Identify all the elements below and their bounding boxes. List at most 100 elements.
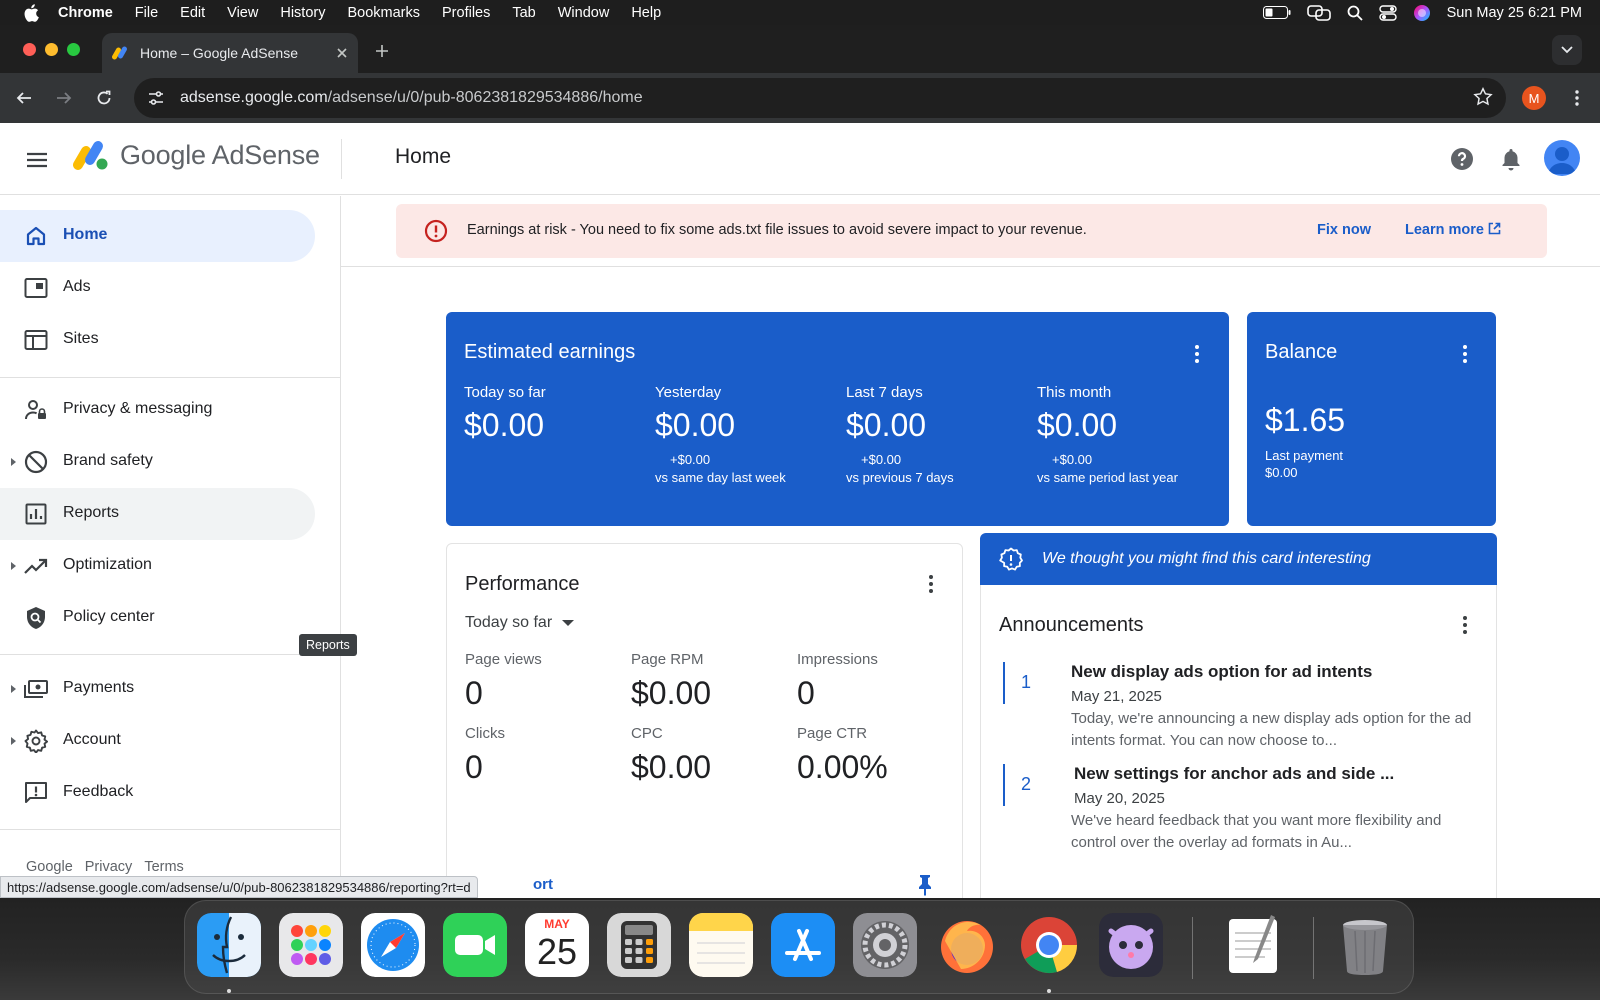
sidebar-item-policy-center[interactable]: Policy center <box>0 592 315 644</box>
app-store-icon[interactable] <box>771 913 835 977</box>
earnings-metric-today[interactable]: Today so far $0.00 <box>464 384 654 444</box>
site-info-icon[interactable] <box>144 86 168 110</box>
performance-metric-page-ctr[interactable]: Page CTR 0.00% <box>797 725 957 786</box>
learn-more-link[interactable]: Learn more <box>1405 222 1501 238</box>
menu-tab[interactable]: Tab <box>512 5 535 21</box>
expand-caret-icon[interactable] <box>11 562 16 570</box>
sidebar-item-home[interactable]: Home <box>0 210 315 262</box>
new-tab-button[interactable] <box>368 37 396 65</box>
control-center-icon[interactable] <box>1378 4 1397 21</box>
metric-comparison: vs previous 7 days <box>846 470 954 485</box>
main-menu-button[interactable] <box>22 145 52 175</box>
bookmark-star-icon[interactable] <box>1472 86 1494 108</box>
menu-bookmarks[interactable]: Bookmarks <box>347 5 420 21</box>
menu-history[interactable]: History <box>280 5 325 21</box>
calendar-icon[interactable]: MAY 25 <box>525 913 589 977</box>
chrome-menu-button[interactable] <box>1565 86 1589 110</box>
earnings-metric-last-7-days[interactable]: Last 7 days $0.00 +$0.00 vs previous 7 d… <box>846 384 1036 485</box>
performance-metric-clicks[interactable]: Clicks 0 <box>465 725 625 786</box>
announcement-accent-bar <box>1003 662 1005 704</box>
menu-window[interactable]: Window <box>558 5 610 21</box>
date-range-dropdown[interactable]: Today so far <box>465 614 575 632</box>
apple-icon[interactable] <box>20 0 42 25</box>
finder-icon[interactable] <box>197 913 261 977</box>
performance-metric-page-rpm[interactable]: Page RPM $0.00 <box>631 651 791 712</box>
announcement-accent-bar <box>1003 764 1005 806</box>
forward-button[interactable] <box>48 82 80 114</box>
footer-link-privacy[interactable]: Privacy <box>85 859 133 875</box>
menu-profiles[interactable]: Profiles <box>442 5 490 21</box>
menu-help[interactable]: Help <box>631 5 661 21</box>
sidebar-item-label: Sites <box>63 330 99 347</box>
account-avatar[interactable] <box>1544 140 1580 176</box>
trash-icon[interactable] <box>1333 913 1397 977</box>
url-text: adsense.google.com/adsense/u/0/pub-80623… <box>180 89 643 107</box>
performance-metric-impressions[interactable]: Impressions 0 <box>797 651 957 712</box>
sidebar-item-account[interactable]: Account <box>0 715 315 767</box>
sidebar-item-reports[interactable]: Reports <box>0 488 315 540</box>
performance-metric-cpc[interactable]: CPC $0.00 <box>631 725 791 786</box>
chrome-icon[interactable] <box>1017 913 1081 977</box>
menu-app-name[interactable]: Chrome <box>58 5 113 21</box>
ai-assistant-app-icon[interactable] <box>1099 913 1163 977</box>
sidebar-footer-links: Google Privacy Terms <box>26 859 196 875</box>
expand-caret-icon[interactable] <box>11 458 16 466</box>
adsense-logo[interactable]: Google AdSense <box>72 137 320 173</box>
performance-metric-page-views[interactable]: Page views 0 <box>465 651 625 712</box>
address-bar[interactable]: adsense.google.com/adsense/u/0/pub-80623… <box>134 78 1506 118</box>
textedit-icon[interactable] <box>1221 913 1285 977</box>
expand-caret-icon[interactable] <box>11 737 16 745</box>
earnings-metric-this-month[interactable]: This month $0.00 +$0.00 vs same period l… <box>1037 384 1227 485</box>
sidebar-item-optimization[interactable]: Optimization <box>0 540 315 592</box>
sidebar-item-brand-safety[interactable]: Brand safety <box>0 436 315 488</box>
announcement-title[interactable]: New settings for anchor ads and side ... <box>1074 764 1394 784</box>
more-options-icon[interactable] <box>919 572 943 596</box>
screen-mirroring-icon[interactable] <box>1306 4 1331 21</box>
sidebar-item-payments[interactable]: Payments <box>0 663 315 715</box>
calculator-icon[interactable] <box>607 913 671 977</box>
menu-edit[interactable]: Edit <box>180 5 205 21</box>
launchpad-icon[interactable] <box>279 913 343 977</box>
back-button[interactable] <box>8 82 40 114</box>
more-options-icon[interactable] <box>1453 613 1477 637</box>
system-settings-icon[interactable] <box>853 913 917 977</box>
firefox-icon[interactable] <box>935 913 999 977</box>
footer-link-terms[interactable]: Terms <box>144 859 183 875</box>
expand-caret-icon[interactable] <box>11 685 16 693</box>
suggestion-banner[interactable]: We thought you might find this card inte… <box>980 533 1497 586</box>
tab-search-button[interactable] <box>1552 35 1582 65</box>
browser-tab-active[interactable]: Home – Google AdSense <box>102 33 358 73</box>
footer-link-google[interactable]: Google <box>26 859 73 875</box>
window-minimize-button[interactable] <box>45 43 58 56</box>
help-icon[interactable] <box>1446 143 1478 175</box>
profile-avatar-button[interactable]: M <box>1522 86 1546 110</box>
announcement-number: 2 <box>1021 774 1032 794</box>
menubar-clock[interactable]: Sun May 25 6:21 PM <box>1447 5 1582 21</box>
menu-view[interactable]: View <box>227 5 258 21</box>
sidebar-item-ads[interactable]: Ads <box>0 262 315 314</box>
facetime-icon[interactable] <box>443 913 507 977</box>
fix-now-link[interactable]: Fix now <box>1317 222 1371 238</box>
tab-close-icon[interactable] <box>336 47 348 59</box>
pin-icon[interactable] <box>917 874 933 896</box>
spotlight-search-icon[interactable] <box>1347 5 1363 21</box>
notifications-bell-icon[interactable] <box>1495 143 1527 175</box>
safari-icon[interactable] <box>361 913 425 977</box>
sidebar-item-privacy-messaging[interactable]: Privacy & messaging <box>0 384 315 436</box>
more-options-icon[interactable] <box>1453 342 1477 366</box>
metric-value: $0.00 <box>631 749 712 785</box>
earnings-metric-yesterday[interactable]: Yesterday $0.00 +$0.00 vs same day last … <box>655 384 845 485</box>
window-close-button[interactable] <box>23 43 36 56</box>
menu-file[interactable]: File <box>135 5 158 21</box>
announcement-title[interactable]: New display ads option for ad intents <box>1071 662 1372 682</box>
reload-button[interactable] <box>88 82 120 114</box>
notes-icon[interactable] <box>689 913 753 977</box>
sidebar-item-sites[interactable]: Sites <box>0 314 315 366</box>
siri-icon[interactable] <box>1413 4 1431 22</box>
battery-icon[interactable] <box>1262 6 1291 19</box>
sidebar-item-label: Payments <box>63 679 135 696</box>
view-report-link[interactable]: ort <box>533 876 553 893</box>
window-zoom-button[interactable] <box>67 43 80 56</box>
more-options-icon[interactable] <box>1185 342 1209 366</box>
sidebar-item-feedback[interactable]: Feedback <box>0 767 315 819</box>
